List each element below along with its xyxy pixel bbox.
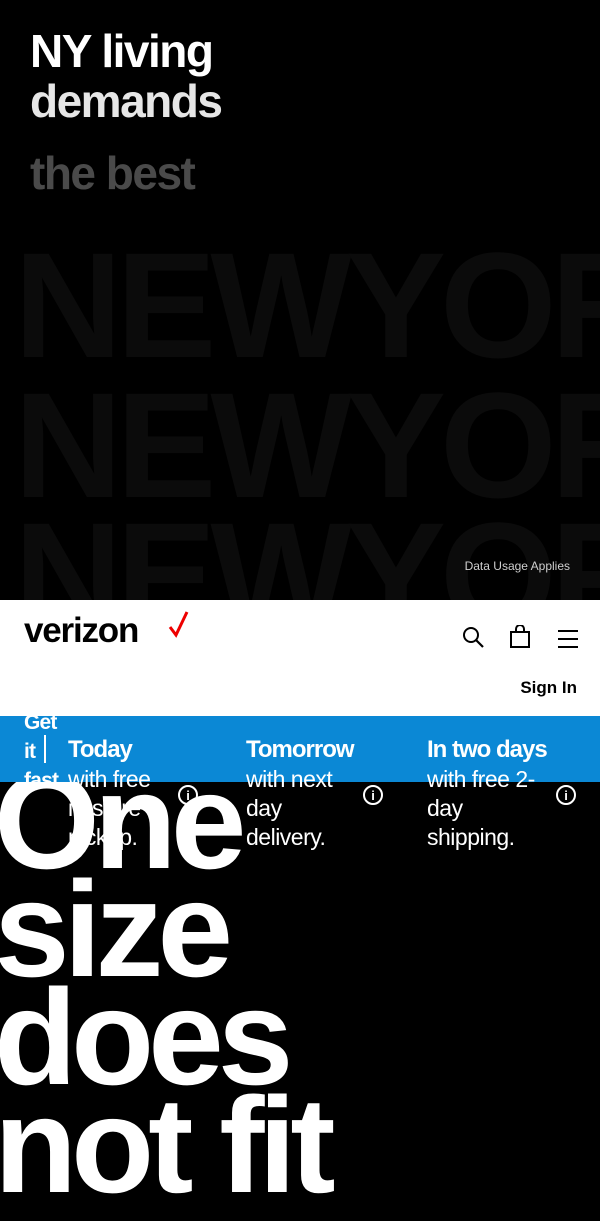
shipping-option-today[interactable]: Today with free in-store pickup.: [68, 735, 151, 852]
hero-video[interactable]: NEWYORK NEWYORK NEWYORK NY living demand…: [0, 0, 600, 600]
hero-headline-line-1: NY living: [30, 25, 214, 77]
background-texture: NEWYORK: [14, 221, 600, 389]
hero-headline-line-3: the best: [30, 147, 196, 199]
background-texture: NEWYORK: [14, 491, 600, 600]
hero-headline-line-2: demands: [30, 75, 223, 127]
search-icon[interactable]: [458, 622, 488, 652]
hamburger-menu-icon[interactable]: [553, 624, 583, 654]
shipping-options-bar: Get it fast. Today with free in-store pi…: [0, 711, 600, 850]
verizon-check-icon: [168, 611, 189, 638]
divider: [44, 735, 46, 763]
shipping-option-description: with free in-store pickup.: [68, 766, 151, 850]
info-icon[interactable]: i: [178, 785, 198, 805]
shopping-bag-icon[interactable]: [505, 622, 535, 652]
shipping-option-title: Tomorrow: [246, 736, 355, 763]
info-icon[interactable]: i: [363, 785, 383, 805]
shipping-option-title: In two days: [427, 736, 548, 763]
verizon-logo[interactable]: verizon: [24, 611, 139, 651]
info-icon[interactable]: i: [556, 785, 576, 805]
shipping-option-two-days[interactable]: In two days with free 2- day shipping.: [427, 735, 548, 852]
shipping-option-tomorrow[interactable]: Tomorrow with next day delivery.: [246, 735, 355, 852]
shipping-option-description: with free 2- day shipping.: [427, 766, 535, 850]
data-usage-disclaimer: Data Usage Applies: [464, 559, 570, 573]
sign-in-link[interactable]: Sign In: [520, 678, 577, 698]
shipping-option-description: with next day delivery.: [246, 766, 333, 850]
shipping-option-title: Today: [68, 736, 133, 763]
